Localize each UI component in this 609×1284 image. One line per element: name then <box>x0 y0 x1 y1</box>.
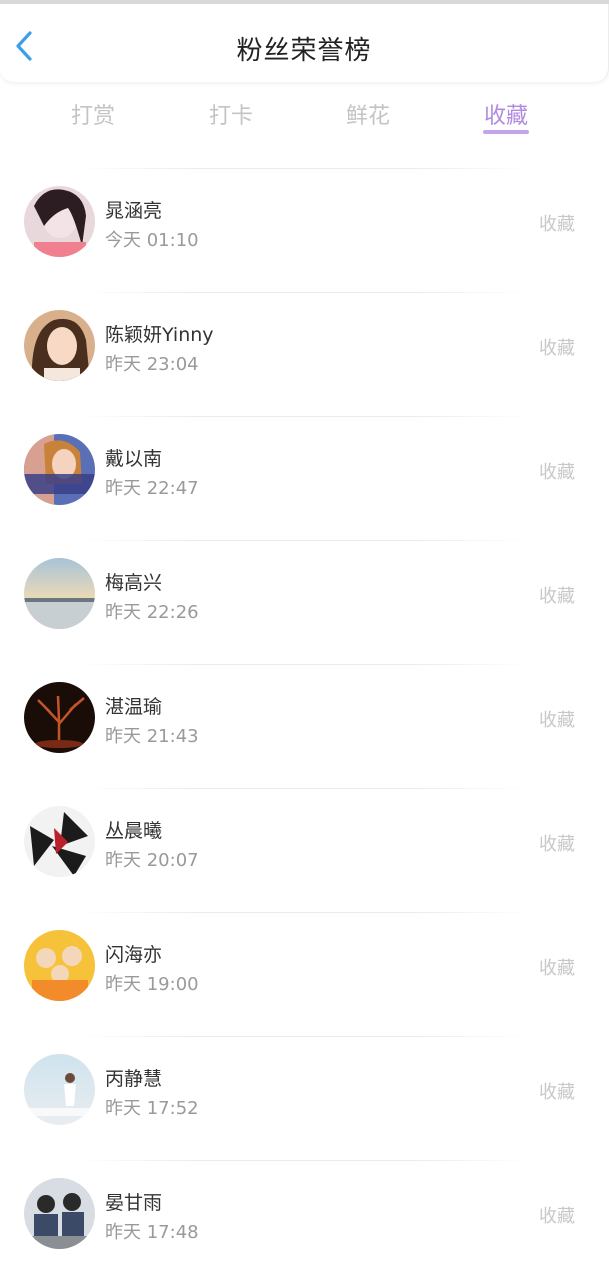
avatar <box>24 310 95 381</box>
fan-time: 昨天 19:00 <box>105 974 199 995</box>
fan-name: 晏甘雨 <box>105 1192 163 1214</box>
list-item[interactable]: 陈颖妍Yinny 昨天 23:04 收藏 <box>0 292 609 416</box>
fan-name: 陈颖妍Yinny <box>105 324 214 346</box>
favorite-label: 收藏 <box>539 1082 575 1103</box>
list-item[interactable]: 戴以南 昨天 22:47 收藏 <box>0 416 609 540</box>
favorite-label: 收藏 <box>539 710 575 731</box>
tab-bar: 打赏 打卡 鲜花 收藏 <box>0 96 609 152</box>
avatar <box>24 434 95 505</box>
fan-name: 丙静慧 <box>105 1068 163 1090</box>
tab-reward[interactable]: 打赏 <box>48 96 138 138</box>
fan-time: 昨天 23:04 <box>105 354 199 375</box>
favorite-label: 收藏 <box>539 214 575 235</box>
nav-header: 粉丝荣誉榜 <box>0 4 609 82</box>
fan-name: 戴以南 <box>105 448 163 470</box>
active-tab-indicator <box>483 130 529 134</box>
avatar <box>24 806 95 877</box>
favorite-label: 收藏 <box>539 462 575 483</box>
fan-time: 昨天 21:43 <box>105 726 199 747</box>
avatar <box>24 1178 95 1249</box>
list-item[interactable]: 闪海亦 昨天 19:00 收藏 <box>0 912 609 1036</box>
list-item[interactable]: 丛晨曦 昨天 20:07 收藏 <box>0 788 609 912</box>
list-item[interactable]: 丙静慧 昨天 17:52 收藏 <box>0 1036 609 1160</box>
fan-time: 今天 01:10 <box>105 230 199 251</box>
avatar <box>24 682 95 753</box>
fan-time: 昨天 22:47 <box>105 478 199 499</box>
list-item[interactable]: 晏甘雨 昨天 17:48 收藏 <box>0 1160 609 1284</box>
favorite-label: 收藏 <box>539 586 575 607</box>
tab-flowers[interactable]: 鲜花 <box>323 96 413 138</box>
favorite-label: 收藏 <box>539 1206 575 1227</box>
avatar <box>24 558 95 629</box>
favorite-label: 收藏 <box>539 958 575 979</box>
fan-time: 昨天 17:48 <box>105 1222 199 1243</box>
avatar <box>24 1054 95 1125</box>
fan-list: 晁涵亮 今天 01:10 收藏 陈颖妍Yinny 昨天 23:04 收藏 戴以南… <box>0 168 609 1284</box>
list-item[interactable]: 湛温瑜 昨天 21:43 收藏 <box>0 664 609 788</box>
favorite-label: 收藏 <box>539 338 575 359</box>
tab-checkin[interactable]: 打卡 <box>186 96 276 138</box>
avatar <box>24 186 95 257</box>
fan-time: 昨天 17:52 <box>105 1098 199 1119</box>
fan-time: 昨天 20:07 <box>105 850 199 871</box>
fan-name: 晁涵亮 <box>105 200 163 222</box>
page-title: 粉丝荣誉榜 <box>236 36 372 66</box>
list-item[interactable]: 梅高兴 昨天 22:26 收藏 <box>0 540 609 664</box>
fan-name: 丛晨曦 <box>105 820 163 842</box>
list-item[interactable]: 晁涵亮 今天 01:10 收藏 <box>0 168 609 292</box>
avatar <box>24 930 95 1001</box>
tab-favorites[interactable]: 收藏 <box>461 96 551 138</box>
fan-name: 梅高兴 <box>105 572 163 594</box>
fan-name: 闪海亦 <box>105 944 163 966</box>
favorite-label: 收藏 <box>539 834 575 855</box>
fan-time: 昨天 22:26 <box>105 602 199 623</box>
fan-name: 湛温瑜 <box>105 696 163 718</box>
